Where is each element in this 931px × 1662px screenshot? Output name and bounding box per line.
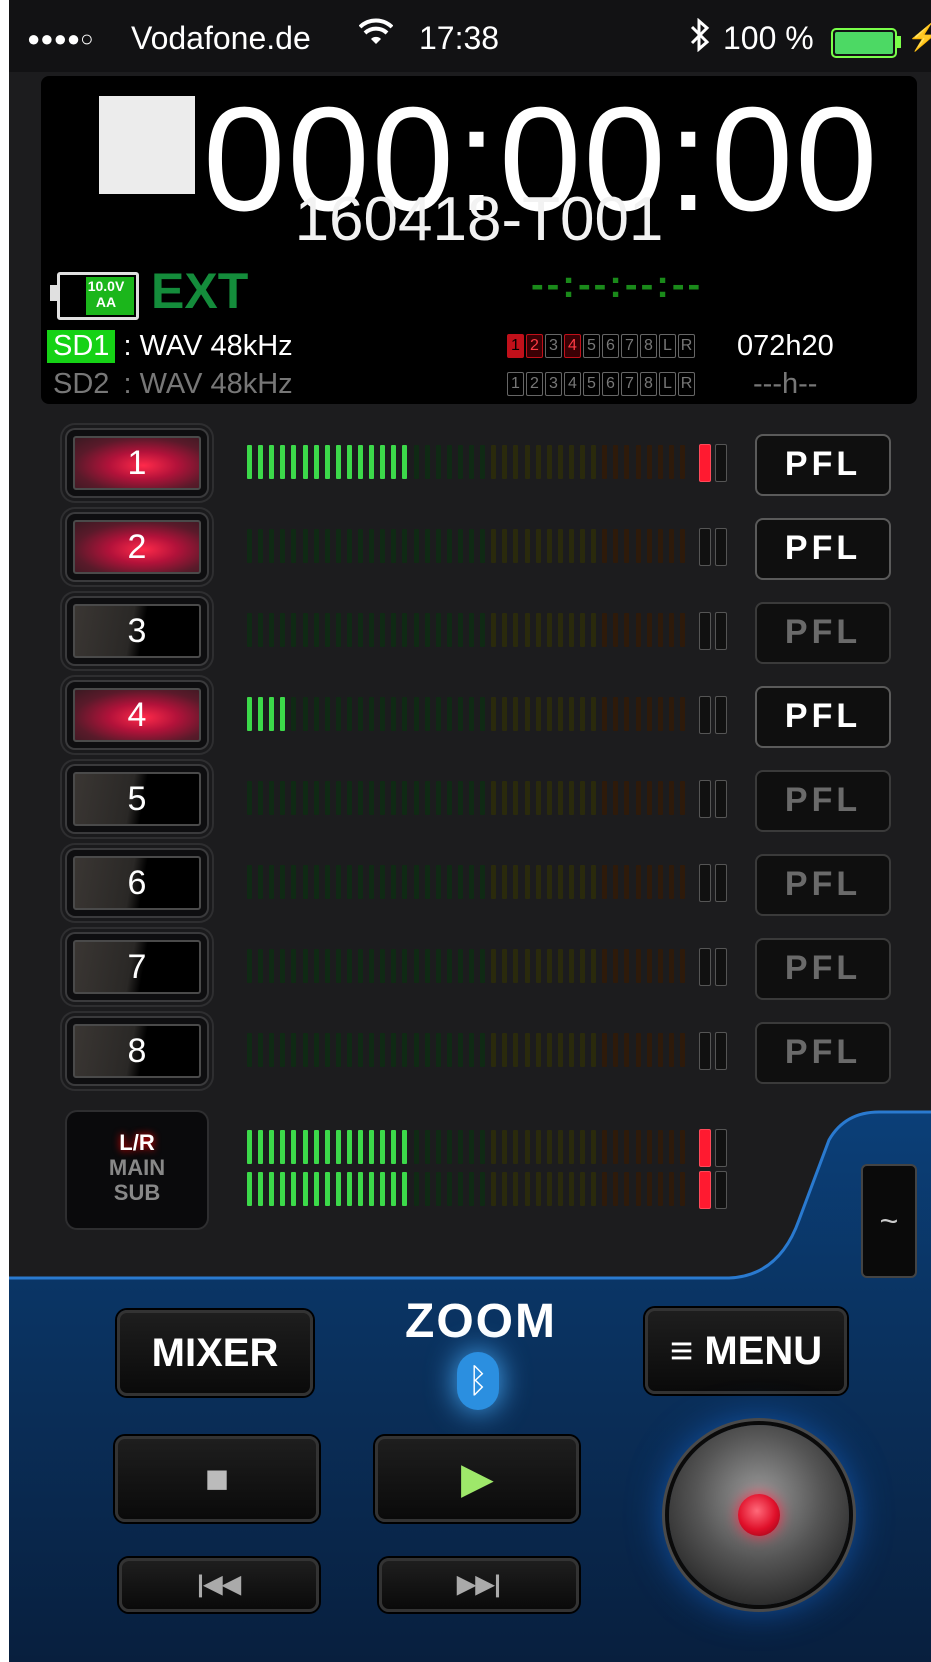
main-right-meter — [247, 1172, 691, 1206]
stop-button[interactable]: ■ — [115, 1436, 319, 1522]
menu-button[interactable]: ≡ MENU — [645, 1308, 847, 1394]
fast-forward-button[interactable]: ▶▶| — [379, 1558, 579, 1612]
main-out-select-button[interactable]: L/R MAIN SUB — [67, 1112, 207, 1228]
play-button[interactable]: ▶ — [375, 1436, 579, 1522]
main-left-meter — [247, 1130, 691, 1164]
zoom-logo: ZOOM — [405, 1295, 557, 1348]
mixer-button[interactable]: MIXER — [117, 1310, 313, 1396]
app-screen: ●●●●○ Vodafone.de 17:38 100 % ⚡ 000:00:0… — [9, 0, 931, 1662]
record-button[interactable] — [669, 1425, 849, 1605]
main-left-meter-clip-indicator — [699, 1129, 729, 1167]
wave-icon[interactable]: ~ — [861, 1164, 917, 1278]
lr-label: L/R — [119, 1130, 155, 1155]
main-label: MAIN — [108, 1155, 166, 1180]
rewind-button[interactable]: |◀◀ — [119, 1558, 319, 1612]
bluetooth-connection-icon: ᛒ — [457, 1352, 499, 1410]
main-right-meter-clip-indicator — [699, 1171, 729, 1209]
sub-label: SUB — [113, 1180, 161, 1205]
record-indicator-icon — [738, 1494, 780, 1536]
control-panel-background — [9, 1110, 931, 1662]
